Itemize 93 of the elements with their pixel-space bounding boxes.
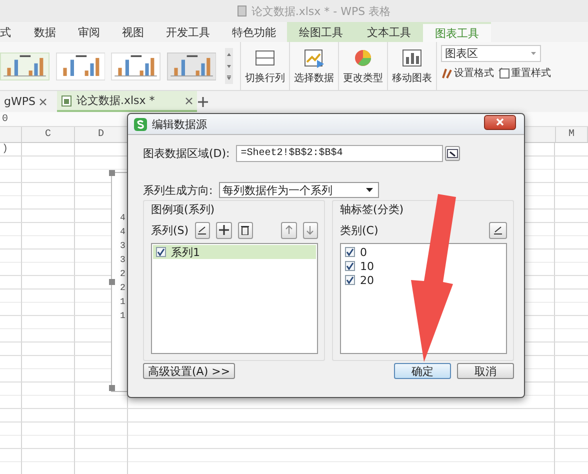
checkbox[interactable] [345,275,355,285]
menu-tab[interactable]: 文本工具 [355,22,423,42]
cancel-button[interactable]: 取消 [457,363,514,379]
resize-handle[interactable] [109,279,115,285]
axis-label: 2 [120,269,126,280]
resize-handle[interactable] [109,385,115,391]
chart-style-thumbnail[interactable] [0,50,50,82]
spreadsheet-icon [61,94,72,106]
check-icon [157,248,165,256]
move-down-button[interactable] [302,222,318,238]
ribbon-button[interactable]: 选择数据 [292,42,336,90]
element-dropdown[interactable]: 图表区 [441,45,541,62]
checkbox[interactable] [345,261,355,271]
axis-label: 2 [120,283,126,294]
window-title: 论文数据.xlsx * - WPS 表格 [251,4,391,18]
axis-label: 1 [120,297,126,308]
table-chart-icon [303,48,325,68]
menu-tab[interactable]: 式 [0,22,23,42]
up-arrow-icon [284,225,294,235]
list-item[interactable]: 20 [342,273,505,287]
menu-tab[interactable]: 开发工具 [155,22,221,42]
ribbon-button[interactable]: 更改类型 [341,42,385,90]
field-label: 图表数据区域(D): [143,146,230,161]
ribbon-button[interactable]: 切换行列 [243,42,287,90]
scroll-down-icon[interactable] [225,62,233,70]
document-icon [237,5,248,17]
group-title: 图例项(系列) [151,202,216,217]
axis-label: 3 [120,255,126,266]
close-button[interactable] [484,114,516,130]
ribbon-small-button[interactable]: 设置格式 [441,66,494,80]
resize-handle[interactable] [109,170,115,176]
down-arrow-icon [305,225,316,235]
plus-icon [218,225,229,235]
pen-icon [493,225,503,235]
menu-tab[interactable]: 审阅 [67,22,111,42]
move-up-button[interactable] [281,222,297,238]
chart-frame[interactable]: 4 4 3 3 2 2 1 1 [111,172,127,392]
chart-style-thumbnail[interactable] [56,50,105,82]
ok-button[interactable]: 确定 [394,363,451,379]
list-item[interactable]: 系列1 [153,245,316,259]
add-tab-icon[interactable] [197,96,210,108]
chart-style-thumbnail[interactable] [111,50,160,82]
range-select-icon [446,149,458,158]
bar-chart-icon [401,48,423,68]
brush-icon [441,67,453,79]
close-icon[interactable] [185,96,194,104]
ribbon-small-button[interactable]: 重置样式 [498,66,551,80]
reset-icon [498,67,510,79]
menu-tab[interactable]: 视图 [111,22,155,42]
close-icon [496,118,504,126]
chart-style-thumbnail[interactable] [166,50,216,82]
axis-label: 4 [120,213,126,224]
delete-button[interactable] [238,222,254,238]
dialog-title: 编辑数据源 [152,116,208,132]
checkbox[interactable] [156,247,166,257]
ribbon-button[interactable]: 移动图表 [390,42,434,90]
dropdown-caret-icon [530,51,537,56]
list-item[interactable]: 0 [342,245,505,259]
add-button[interactable] [216,222,232,238]
close-icon[interactable] [39,98,48,106]
app-logo-icon [134,118,147,130]
pen-icon [197,225,208,235]
advanced-settings-button[interactable]: 高级设置(A) >> [143,363,236,379]
column-header: C [22,127,75,142]
menu-tab[interactable]: 数据 [23,22,67,42]
menu-tab[interactable]: 绘图工具 [287,22,355,42]
edit-button[interactable] [489,222,507,238]
formula-value: 0 [2,114,8,124]
list-item[interactable]: 10 [342,259,505,273]
axis-label: 4 [120,227,126,238]
more-icon[interactable] [225,74,233,82]
menu-tab[interactable]: 图表工具 [423,22,491,42]
field-label: 系列生成方向: [143,182,213,198]
document-tab[interactable]: gWPS [0,91,52,112]
dropdown-caret-icon [366,188,373,192]
dropdown-value: 图表区 [445,46,478,61]
range-picker-button[interactable] [444,146,460,161]
axis-label: 1 [120,311,126,322]
direction-dropdown[interactable]: 每列数据作为一个系列 [218,182,379,198]
field-label: 系列(S) [151,222,189,238]
pie-chart-icon [352,48,374,68]
checkbox[interactable] [345,247,355,257]
column-header: M [555,127,588,142]
field-label: 类别(C) [340,222,378,238]
trash-icon [240,225,250,235]
document-tab[interactable]: 论文数据.xlsx * [57,91,198,112]
grid-icon [254,48,276,68]
edit-button[interactable] [194,222,210,238]
range-field[interactable]: =Sheet2!$B$2:$B$4 [236,145,443,162]
axis-label: 3 [120,241,126,252]
menu-tab[interactable]: 特色功能 [221,22,287,42]
table-cell: ) [2,144,8,155]
group-title: 轴标签(分类) [340,202,405,217]
